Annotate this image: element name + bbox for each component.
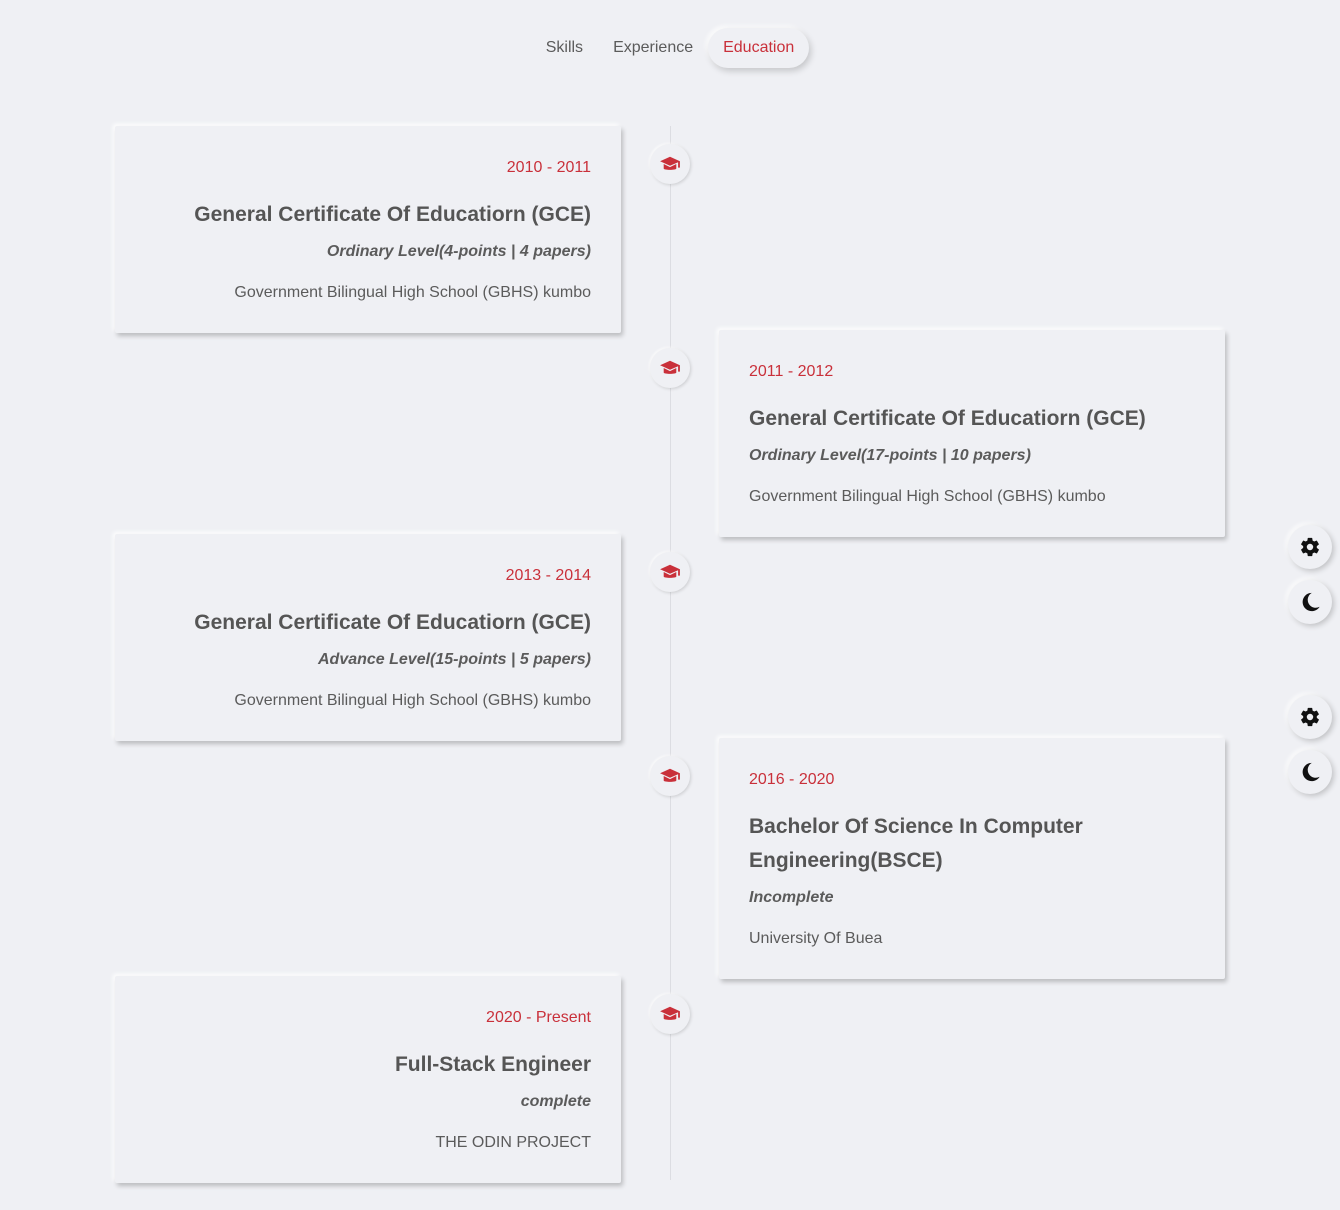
education-school: THE ODIN PROJECT [435, 1134, 591, 1151]
graduation-cap-icon [650, 348, 690, 388]
education-level: Ordinary Level(4-points | 4 papers) [326, 243, 591, 260]
moon-icon [1302, 762, 1320, 782]
settings-button[interactable] [1288, 695, 1332, 739]
education-school: Government Bilingual High School (GBHS) … [234, 284, 591, 301]
education-card: 2011 - 2012 General Certificate Of Educa… [719, 330, 1225, 537]
education-level: Advance Level(15-points | 5 papers) [317, 651, 591, 668]
gear-icon [1301, 537, 1319, 557]
education-card: 2016 - 2020 Bachelor Of Science In Compu… [719, 738, 1225, 979]
graduation-cap-icon [650, 552, 690, 592]
education-title: General Certificate Of Educatiorn (GCE) [194, 611, 591, 634]
education-card: 2013 - 2014 General Certificate Of Educa… [115, 534, 621, 741]
graduation-cap-icon [650, 144, 690, 184]
graduation-cap-icon [650, 756, 690, 796]
education-title: Full-Stack Engineer [394, 1053, 591, 1076]
education-card: 2010 - 2011 General Certificate Of Educa… [115, 126, 621, 333]
education-date: 2013 - 2014 [505, 567, 591, 584]
education-title: General Certificate Of Educatiorn (GCE) [749, 407, 1146, 430]
moon-icon [1302, 592, 1320, 612]
theme-toggle-button[interactable] [1288, 580, 1332, 624]
education-date: 2011 - 2012 [749, 363, 834, 380]
education-date: 2010 - 2011 [506, 159, 591, 176]
education-date: 2016 - 2020 [749, 771, 835, 788]
graduation-cap-icon [650, 994, 690, 1034]
education-level: Incomplete [749, 889, 834, 906]
education-school: Government Bilingual High School (GBHS) … [749, 488, 1106, 505]
theme-toggle-button[interactable] [1288, 750, 1332, 794]
education-date: 2020 - Present [486, 1009, 591, 1026]
education-level: complete [520, 1093, 591, 1110]
education-card: 2020 - Present Full-Stack Engineer compl… [115, 976, 621, 1183]
gear-icon [1301, 707, 1319, 727]
education-timeline: 2010 - 2011 General Certificate Of Educa… [0, 0, 1340, 1210]
education-level: Ordinary Level(17-points | 10 papers) [749, 447, 1031, 464]
education-title: Bachelor Of Science In Computer Engineer… [749, 815, 1083, 872]
education-school: University Of Buea [749, 930, 883, 947]
settings-button[interactable] [1288, 525, 1332, 569]
education-school: Government Bilingual High School (GBHS) … [234, 692, 591, 709]
education-title: General Certificate Of Educatiorn (GCE) [194, 203, 591, 226]
